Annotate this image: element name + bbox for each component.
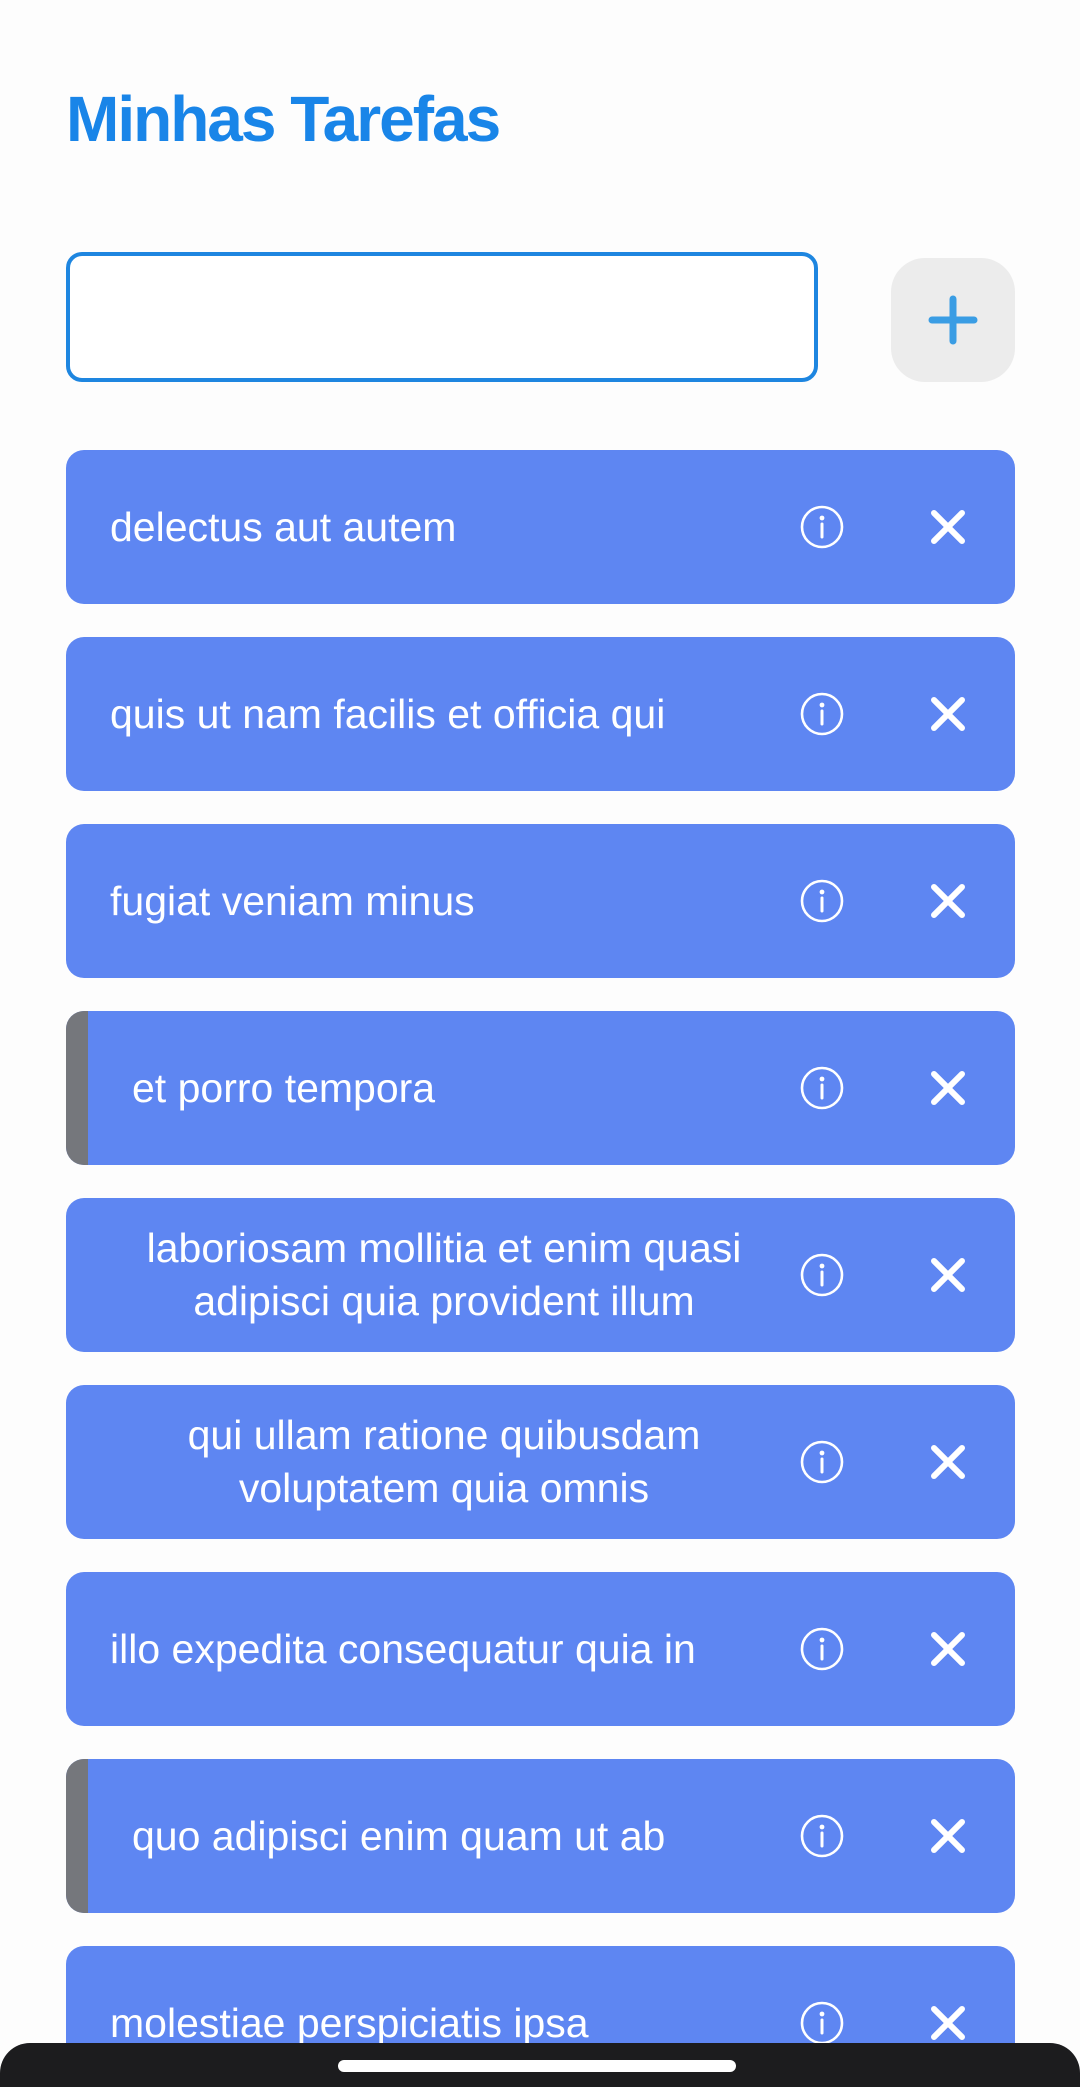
task-title: qui ullam ratione quibusdam voluptatem q…	[187, 1412, 701, 1511]
task-item[interactable]: delectus aut autem	[66, 450, 1015, 604]
page-title: Minhas Tarefas	[66, 83, 501, 155]
task-title: illo expedita consequatur quia in	[110, 1625, 696, 1672]
task-info-button[interactable]	[800, 1253, 844, 1297]
new-task-input[interactable]	[66, 252, 818, 382]
close-icon	[931, 1632, 965, 1666]
info-icon	[800, 1627, 844, 1671]
close-icon	[931, 697, 965, 731]
task-info-button[interactable]	[800, 1440, 844, 1484]
task-title: laboriosam mollitia et enim quasi adipis…	[146, 1225, 742, 1324]
task-list: delectus aut autem quis ut nam facilis e…	[66, 450, 1015, 2087]
task-delete-button[interactable]	[930, 1818, 966, 1854]
info-icon	[800, 1440, 844, 1484]
task-info-button[interactable]	[800, 1814, 844, 1858]
task-item[interactable]: qui ullam ratione quibusdam voluptatem q…	[66, 1385, 1015, 1539]
task-item-completed[interactable]: et porro tempora	[66, 1011, 1015, 1165]
close-icon	[931, 1819, 965, 1853]
task-delete-button[interactable]	[930, 2005, 966, 2041]
add-task-button[interactable]	[891, 258, 1015, 382]
info-icon	[800, 1066, 844, 1110]
task-info-button[interactable]	[800, 692, 844, 736]
info-icon	[800, 1253, 844, 1297]
task-item[interactable]: quis ut nam facilis et officia qui	[66, 637, 1015, 791]
task-item[interactable]: fugiat veniam minus	[66, 824, 1015, 978]
task-item[interactable]: laboriosam mollitia et enim quasi adipis…	[66, 1198, 1015, 1352]
task-item-completed[interactable]: quo adipisci enim quam ut ab	[66, 1759, 1015, 1913]
task-delete-button[interactable]	[930, 1070, 966, 1106]
task-info-button[interactable]	[800, 1627, 844, 1671]
task-item[interactable]: illo expedita consequatur quia in	[66, 1572, 1015, 1726]
task-title: quis ut nam facilis et officia qui	[110, 690, 666, 737]
info-icon	[800, 1814, 844, 1858]
info-icon	[800, 692, 844, 736]
home-indicator[interactable]	[338, 2060, 736, 2072]
task-delete-button[interactable]	[930, 1257, 966, 1293]
close-icon	[931, 510, 965, 544]
task-delete-button[interactable]	[930, 509, 966, 545]
task-title: delectus aut autem	[110, 503, 457, 550]
close-icon	[931, 1445, 965, 1479]
task-info-button[interactable]	[800, 505, 844, 549]
task-info-button[interactable]	[800, 1066, 844, 1110]
close-icon	[931, 2006, 965, 2040]
plus-icon	[928, 295, 978, 345]
task-delete-button[interactable]	[930, 1631, 966, 1667]
info-icon	[800, 505, 844, 549]
app-screen: Minhas Tarefas delectus aut autem quis u…	[0, 0, 1080, 2087]
info-icon	[800, 879, 844, 923]
task-title: fugiat veniam minus	[110, 877, 475, 924]
task-title: et porro tempora	[132, 1064, 436, 1111]
task-title: quo adipisci enim quam ut ab	[132, 1812, 666, 1859]
task-info-button[interactable]	[800, 2001, 844, 2045]
task-delete-button[interactable]	[930, 883, 966, 919]
task-delete-button[interactable]	[930, 696, 966, 732]
close-icon	[931, 1258, 965, 1292]
task-delete-button[interactable]	[930, 1444, 966, 1480]
close-icon	[931, 884, 965, 918]
info-icon	[800, 2001, 844, 2045]
close-icon	[931, 1071, 965, 1105]
task-info-button[interactable]	[800, 879, 844, 923]
